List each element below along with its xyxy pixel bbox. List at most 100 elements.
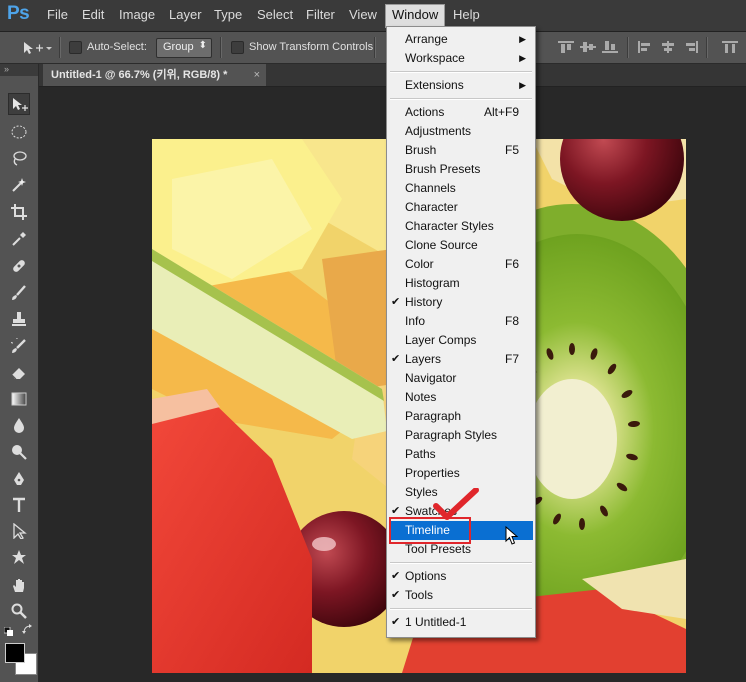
red-checkmark-annotation <box>433 488 479 520</box>
auto-select-checkbox[interactable] <box>69 41 82 54</box>
window-menu-dropdown: Arrange ▶ Workspace ▶ Extensions ▶ Actions Alt+… <box>386 26 536 638</box>
swap-colors-icon[interactable] <box>22 623 34 635</box>
checkmark-icon: ✔ <box>391 616 401 628</box>
align-vertical-centers-icon[interactable] <box>580 41 596 53</box>
align-horizontal-centers-icon[interactable] <box>660 41 676 53</box>
magic-wand-tool-icon[interactable] <box>8 174 30 196</box>
menu-layer[interactable]: Layer <box>163 4 208 26</box>
menu-item-options[interactable]: ✔ Options <box>387 567 535 586</box>
menu-filter[interactable]: Filter <box>300 4 341 26</box>
foreground-color-swatch[interactable] <box>5 643 25 663</box>
menu-file[interactable]: File <box>41 4 74 26</box>
tools-panel: » <box>0 64 39 682</box>
menu-select[interactable]: Select <box>251 4 299 26</box>
menu-item-info[interactable]: Info F8 <box>387 312 535 331</box>
document-tab-title: Untitled-1 @ 66.7% (키위, RGB/8) * <box>51 69 228 81</box>
menu-type[interactable]: Type <box>208 4 248 26</box>
menu-item-clone-source[interactable]: Clone Source <box>387 236 535 255</box>
menu-item-color[interactable]: Color F6 <box>387 255 535 274</box>
close-tab-icon[interactable]: × <box>254 64 260 86</box>
menu-item-shortcut: F6 <box>504 257 519 271</box>
auto-select-target-dropdown[interactable]: Group ⬍ <box>156 38 212 58</box>
menu-item-label: Workspace <box>405 51 465 65</box>
hand-tool-icon[interactable] <box>8 574 30 596</box>
menu-item-history[interactable]: ✔ History <box>387 293 535 312</box>
zoom-tool-icon[interactable] <box>8 600 30 622</box>
menu-edit[interactable]: Edit <box>76 4 110 26</box>
menu-view[interactable]: View <box>343 4 383 26</box>
menu-item-arrange[interactable]: Arrange ▶ <box>387 30 535 49</box>
menu-item-shortcut: Alt+F9 <box>483 105 519 119</box>
move-tool-preset-icon[interactable] <box>22 40 52 56</box>
tools-panel-collapse-icon[interactable]: » <box>0 64 38 76</box>
submenu-arrow-icon: ▶ <box>519 34 526 44</box>
menu-item-properties[interactable]: Properties <box>387 464 535 483</box>
menu-image[interactable]: Image <box>113 4 161 26</box>
menu-item-brush-presets[interactable]: Brush Presets <box>387 160 535 179</box>
menu-item-character-styles[interactable]: Character Styles <box>387 217 535 236</box>
menu-window[interactable]: Window <box>385 4 446 28</box>
menu-item-label: Paragraph Styles <box>405 428 498 442</box>
menu-item-navigator[interactable]: Navigator <box>387 369 535 388</box>
custom-shape-tool-icon[interactable] <box>8 546 30 568</box>
menu-item-label: Navigator <box>405 371 457 385</box>
menu-item-label: Brush Presets <box>405 162 481 176</box>
menu-item-label: Histogram <box>405 276 460 290</box>
menu-item-character[interactable]: Character <box>387 198 535 217</box>
show-transform-controls-checkbox[interactable] <box>231 41 244 54</box>
crop-tool-icon[interactable] <box>8 201 30 223</box>
menu-item-1-untitled-1[interactable]: ✔ 1 Untitled-1 <box>387 613 535 632</box>
menu-item-workspace[interactable]: Workspace ▶ <box>387 49 535 68</box>
menu-item-label: Layers <box>405 352 442 366</box>
menu-item-label: Tools <box>405 588 434 602</box>
document-tab[interactable]: Untitled-1 @ 66.7% (키위, RGB/8) * × <box>43 64 266 86</box>
menu-item-label: 1 Untitled-1 <box>405 615 467 629</box>
menu-help[interactable]: Help <box>447 4 486 26</box>
options-divider <box>706 37 708 58</box>
dropdown-arrow-icon: ⬍ <box>198 40 207 51</box>
eraser-tool-icon[interactable] <box>8 362 30 384</box>
healing-brush-tool-icon[interactable] <box>8 255 30 277</box>
menu-item-layers[interactable]: ✔ Layers F7 <box>387 350 535 369</box>
menu-item-extensions[interactable]: Extensions ▶ <box>387 76 535 95</box>
menu-item-paths[interactable]: Paths <box>387 445 535 464</box>
lasso-tool-icon[interactable] <box>8 147 30 169</box>
eyedropper-tool-icon[interactable] <box>8 228 30 250</box>
blur-tool-icon[interactable] <box>8 414 30 436</box>
menu-item-brush[interactable]: Brush F5 <box>387 141 535 160</box>
move-tool-icon[interactable] <box>8 93 30 115</box>
gradient-tool-icon[interactable] <box>8 388 30 410</box>
menu-item-histogram[interactable]: Histogram <box>387 274 535 293</box>
options-divider <box>374 37 376 58</box>
checkmark-icon: ✔ <box>391 296 401 308</box>
menu-item-tools[interactable]: ✔ Tools <box>387 586 535 605</box>
clone-stamp-tool-icon[interactable] <box>8 308 30 330</box>
type-tool-icon[interactable] <box>8 494 30 516</box>
marquee-tool-icon[interactable] <box>8 121 30 143</box>
default-colors-icon[interactable] <box>3 624 14 636</box>
menu-item-adjustments[interactable]: Adjustments <box>387 122 535 141</box>
menu-item-paragraph[interactable]: Paragraph <box>387 407 535 426</box>
menu-item-paragraph-styles[interactable]: Paragraph Styles <box>387 426 535 445</box>
pen-tool-icon[interactable] <box>8 468 30 490</box>
menu-separator <box>390 71 532 73</box>
align-bottom-edges-icon[interactable] <box>602 41 618 53</box>
menu-bar: Ps File Edit Image Layer Type Select Fil… <box>0 0 746 32</box>
menu-item-actions[interactable]: Actions Alt+F9 <box>387 103 535 122</box>
align-top-edges-icon[interactable] <box>558 41 574 53</box>
menu-item-label: Brush <box>405 143 437 157</box>
menu-item-layer-comps[interactable]: Layer Comps <box>387 331 535 350</box>
dodge-tool-icon[interactable] <box>8 441 30 463</box>
auto-select-label: Auto-Select: <box>87 41 147 53</box>
menu-item-label: Layer Comps <box>405 333 477 347</box>
align-left-edges-icon[interactable] <box>638 41 654 53</box>
brush-tool-icon[interactable] <box>8 282 30 304</box>
auto-select-target-value: Group <box>163 41 194 53</box>
menu-item-notes[interactable]: Notes <box>387 388 535 407</box>
history-brush-tool-icon[interactable] <box>8 335 30 357</box>
path-selection-tool-icon[interactable] <box>8 520 30 542</box>
distribute-top-edges-icon[interactable] <box>722 41 738 53</box>
menu-item-channels[interactable]: Channels <box>387 179 535 198</box>
checkmark-icon: ✔ <box>391 570 401 582</box>
align-right-edges-icon[interactable] <box>682 41 698 53</box>
